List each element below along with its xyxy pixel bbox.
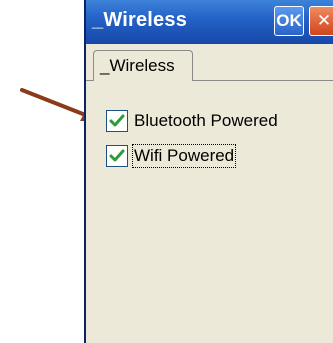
wireless-window: _Wireless OK ✕ _Wireless Bluetooth Power… bbox=[84, 0, 333, 343]
wifi-label: Wifi Powered bbox=[131, 144, 237, 168]
tab-gap bbox=[94, 80, 192, 81]
wifi-checkbox[interactable] bbox=[106, 145, 128, 167]
close-button[interactable]: ✕ bbox=[309, 6, 333, 36]
bluetooth-checkbox-row[interactable]: Bluetooth Powered bbox=[106, 109, 278, 133]
screenshot-stage: _Wireless OK ✕ _Wireless Bluetooth Power… bbox=[0, 0, 333, 343]
ok-button[interactable]: OK bbox=[274, 6, 304, 36]
wifi-checkbox-row[interactable]: Wifi Powered bbox=[106, 144, 237, 168]
window-title: _Wireless bbox=[92, 9, 188, 31]
tab-wireless[interactable]: _Wireless bbox=[93, 50, 193, 81]
bluetooth-label: Bluetooth Powered bbox=[134, 111, 278, 130]
bluetooth-checkbox[interactable] bbox=[106, 110, 128, 132]
close-icon: ✕ bbox=[316, 11, 332, 30]
checkmark-icon bbox=[109, 149, 125, 162]
checkmark-icon bbox=[109, 114, 125, 127]
title-bar: _Wireless OK ✕ bbox=[86, 0, 333, 44]
